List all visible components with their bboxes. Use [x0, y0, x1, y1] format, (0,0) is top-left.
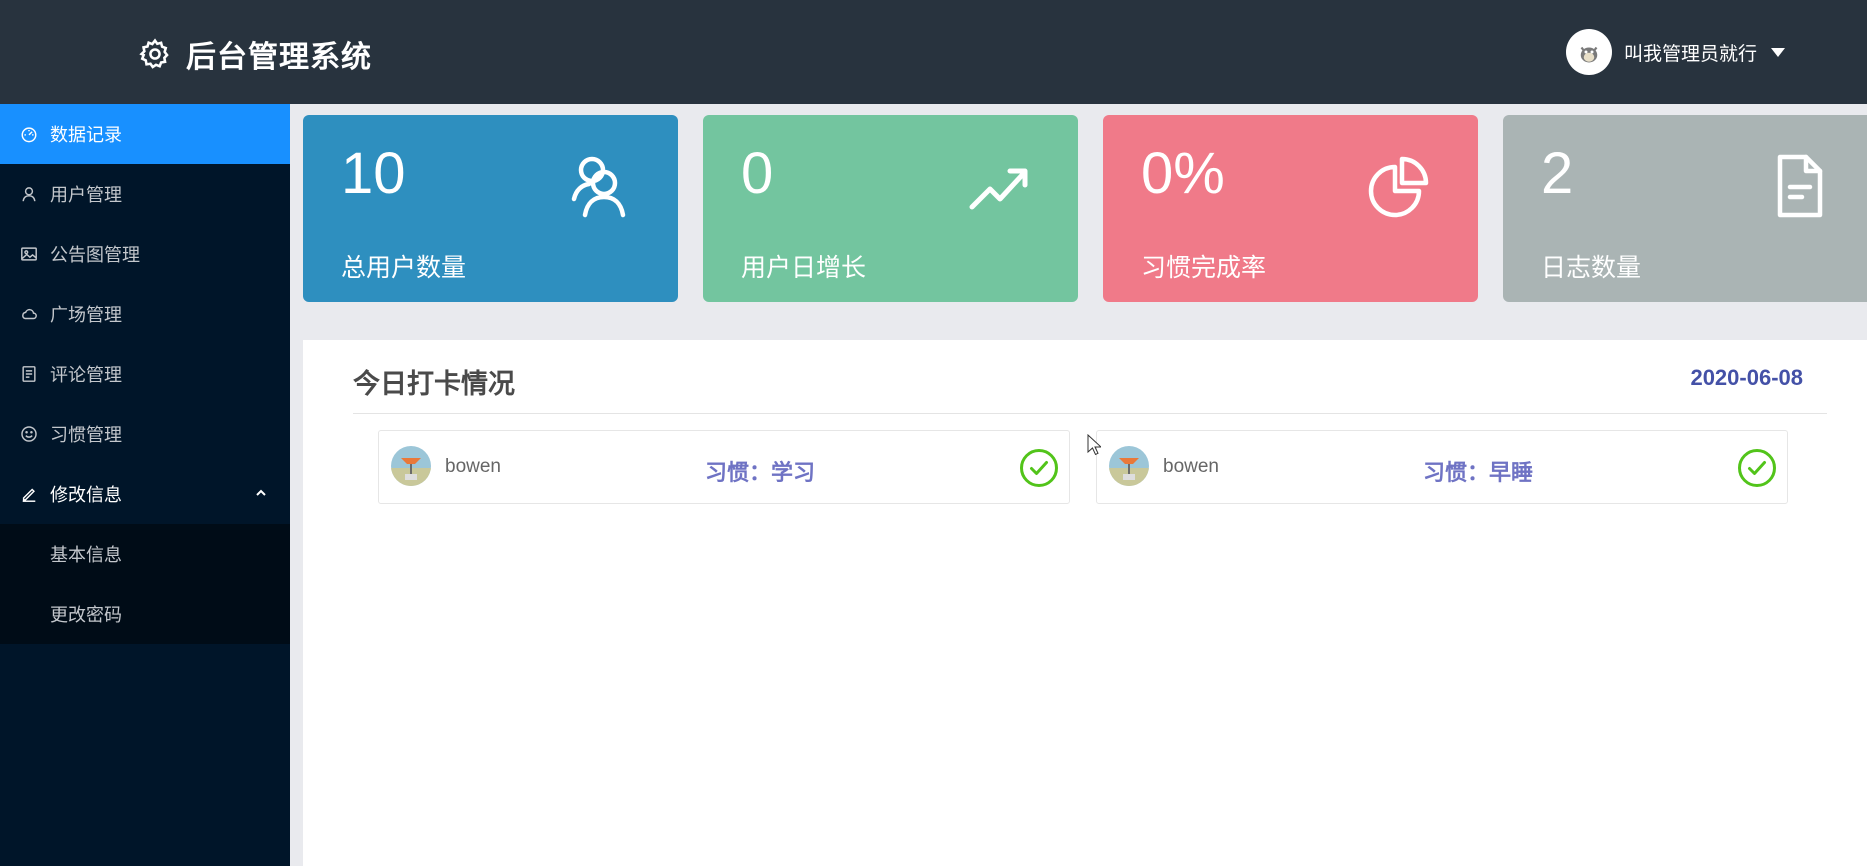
top-header: 后台管理系统 叫我管理员就行 — [0, 0, 1867, 104]
sidebar: 数据记录 用户管理 公告图管理 广场管理 评论管理 习惯管理 修改信息 基本信息… — [0, 104, 290, 866]
caret-down-icon[interactable] — [1771, 47, 1785, 57]
sidebar-item-label: 基本信息 — [50, 545, 122, 565]
sidebar-subitem-change-password[interactable]: 更改密码 — [0, 584, 290, 644]
stat-card-daily-growth: 0 用户日增长 — [703, 115, 1078, 302]
checkin-username: bowen — [1163, 456, 1219, 477]
panel-date: 2020-06-08 — [1690, 365, 1803, 390]
stat-value: 10 — [341, 141, 406, 206]
sidebar-item-banners[interactable]: 公告图管理 — [0, 224, 290, 284]
smile-icon — [20, 425, 38, 443]
stat-label: 总用户数量 — [341, 254, 467, 282]
divider — [353, 413, 1827, 414]
edit-icon — [20, 485, 38, 503]
username[interactable]: 叫我管理员就行 — [1624, 39, 1757, 66]
checkin-username: bowen — [445, 456, 501, 477]
sidebar-item-data-records[interactable]: 数据记录 — [0, 104, 290, 164]
checkin-panel: 今日打卡情况 2020-06-08 bowen 习惯：学习 bowen 习惯：早… — [303, 340, 1867, 866]
brand: 后台管理系统 — [138, 34, 372, 74]
stat-card-total-users: 10 总用户数量 — [303, 115, 678, 302]
sidebar-subitem-basic-info[interactable]: 基本信息 — [0, 524, 290, 584]
sidebar-item-label: 习惯管理 — [50, 425, 122, 445]
sidebar-item-habits[interactable]: 习惯管理 — [0, 404, 290, 464]
sidebar-item-label: 修改信息 — [50, 485, 122, 505]
check-circle-icon — [1019, 448, 1059, 488]
sidebar-item-comments[interactable]: 评论管理 — [0, 344, 290, 404]
stat-card-log-count: 2 日志数量 — [1503, 115, 1867, 302]
user-avatar — [391, 446, 431, 486]
stat-value: 2 — [1541, 141, 1574, 206]
checkin-card[interactable]: bowen 习惯：早睡 — [1096, 430, 1788, 504]
checkin-card[interactable]: bowen 习惯：学习 — [378, 430, 1070, 504]
submenu-edit-info: 基本信息 更改密码 — [0, 524, 290, 644]
sidebar-item-edit-info[interactable]: 修改信息 — [0, 464, 290, 524]
trend-up-icon — [968, 153, 1030, 219]
user-icon — [20, 185, 38, 203]
stat-value: 0 — [741, 141, 774, 206]
stat-value: 0% — [1141, 141, 1225, 206]
habit-label: 习惯 — [1423, 460, 1468, 485]
comment-doc-icon — [20, 365, 38, 383]
user-avatar — [1109, 446, 1149, 486]
checkin-habit: 习惯：学习 — [705, 455, 815, 487]
sidebar-item-label: 更改密码 — [50, 605, 122, 625]
gear-icon — [138, 37, 172, 71]
sidebar-item-label: 数据记录 — [50, 125, 122, 145]
sidebar-item-label: 广场管理 — [50, 305, 122, 325]
document-icon — [1768, 153, 1830, 219]
mouse-cursor-icon — [1087, 434, 1101, 456]
avatar[interactable] — [1565, 29, 1612, 75]
habit-name: 学习 — [771, 460, 816, 485]
habit-separator: ： — [749, 460, 772, 485]
stat-label: 习惯完成率 — [1141, 254, 1267, 282]
sidebar-item-users[interactable]: 用户管理 — [0, 164, 290, 224]
chevron-up-icon[interactable] — [254, 486, 268, 500]
checkin-habit: 习惯：早睡 — [1423, 455, 1533, 487]
sidebar-item-square[interactable]: 广场管理 — [0, 284, 290, 344]
app-title: 后台管理系统 — [186, 41, 372, 74]
stat-label: 用户日增长 — [741, 254, 867, 282]
user-dropdown[interactable]: 叫我管理员就行 — [1565, 28, 1785, 76]
stat-card-habit-completion: 0% 习惯完成率 — [1103, 115, 1478, 302]
sidebar-item-label: 评论管理 — [50, 365, 122, 385]
sidebar-item-label: 公告图管理 — [50, 245, 140, 265]
cloud-icon — [20, 305, 38, 323]
habit-name: 早睡 — [1489, 460, 1534, 485]
users-icon — [568, 153, 630, 219]
habit-separator: ： — [1467, 460, 1490, 485]
panel-title: 今日打卡情况 — [353, 369, 515, 399]
stat-label: 日志数量 — [1541, 254, 1642, 282]
picture-icon — [20, 245, 38, 263]
sidebar-item-label: 用户管理 — [50, 185, 122, 205]
check-circle-icon — [1737, 448, 1777, 488]
habit-label: 习惯 — [705, 460, 750, 485]
pie-chart-icon — [1368, 153, 1430, 219]
dashboard-icon — [20, 125, 38, 143]
